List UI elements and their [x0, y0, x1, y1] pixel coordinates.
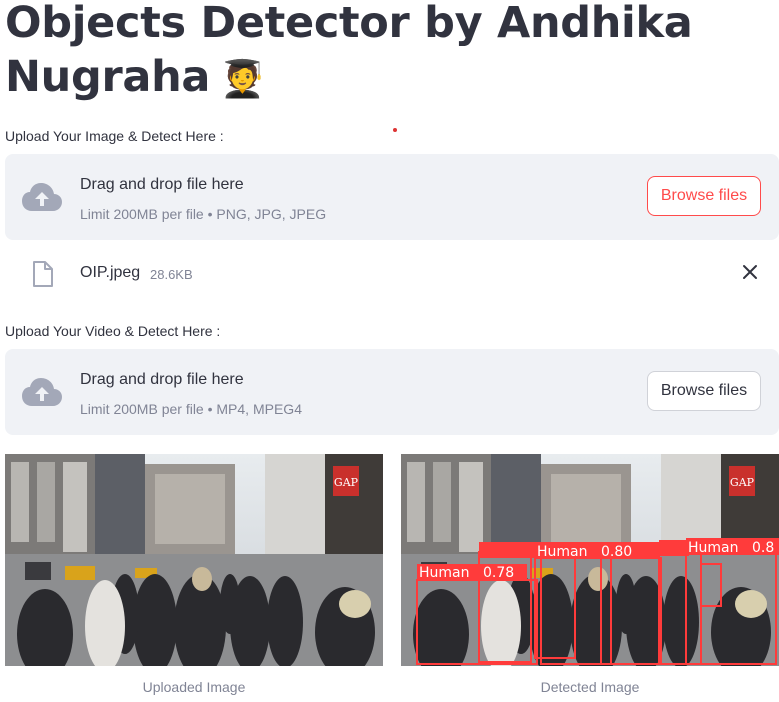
detection-label-3: Human 0.8 — [659, 538, 779, 556]
video-upload-label: Upload Your Video & Detect Here : — [5, 323, 221, 339]
uploaded-image-caption: Uploaded Image — [142, 679, 246, 695]
file-icon — [33, 261, 53, 287]
file-name: OIP.jpeg — [80, 264, 141, 281]
cloud-upload-icon — [22, 378, 62, 406]
detected-image: GAP Human 0.78 Human 0.80 Human 0.8 — [401, 454, 779, 666]
image-browse-button[interactable]: Browse files — [647, 176, 761, 216]
gap-sign: GAP — [334, 476, 359, 489]
detection-score-text: 0.78 — [483, 565, 514, 581]
file-size: 28.6KB — [150, 267, 193, 282]
detection-label-1: Human 0.78 — [417, 564, 527, 581]
uploaded-file-row: OIP.jpeg 28.6KB — [5, 256, 779, 296]
image-dropzone-title: Drag and drop file here — [80, 176, 244, 193]
detection-score-text: 0.8 — [752, 540, 774, 556]
image-upload-label: Upload Your Image & Detect Here : — [5, 128, 224, 144]
detection-label-text: Human — [688, 540, 739, 556]
video-dropzone[interactable]: Drag and drop file here Limit 200MB per … — [5, 349, 779, 435]
detection-label-text: Human — [537, 544, 588, 560]
detection-label-text: Human — [419, 565, 470, 581]
page-title-text: Objects Detector by Andhika Nugraha — [5, 0, 693, 102]
image-dropzone[interactable]: Drag and drop file here Limit 200MB per … — [5, 154, 779, 240]
detection-score-text: 0.80 — [601, 544, 632, 560]
detected-image-caption: Detected Image — [540, 679, 640, 695]
image-limit-text: Limit 200MB per file • PNG, JPG, JPEG — [80, 206, 327, 222]
cloud-upload-icon — [22, 183, 62, 211]
uploaded-image: GAP — [5, 454, 383, 666]
video-dropzone-title: Drag and drop file here — [80, 371, 244, 388]
page-title: Objects Detector by Andhika Nugraha 🧑‍🎓 — [5, 0, 779, 107]
gap-sign: GAP — [730, 476, 755, 489]
student-emoji: 🧑‍🎓 — [220, 59, 265, 100]
close-icon[interactable] — [742, 264, 758, 280]
video-browse-button[interactable]: Browse files — [647, 371, 761, 411]
status-dot — [393, 128, 397, 132]
video-limit-text: Limit 200MB per file • MP4, MPEG4 — [80, 401, 302, 417]
detection-label-2: Human 0.80 — [479, 542, 659, 560]
